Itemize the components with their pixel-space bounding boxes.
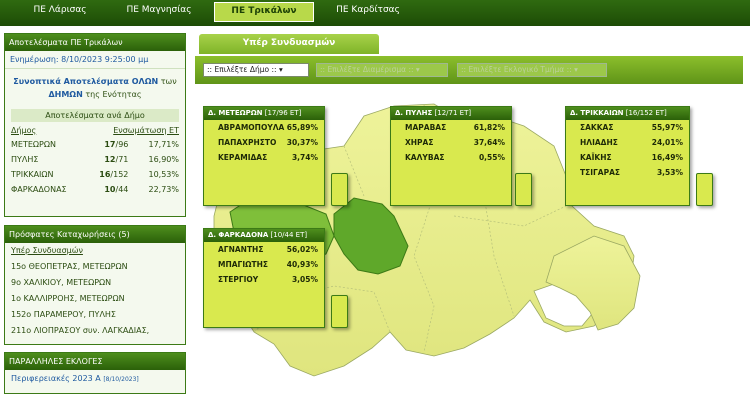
- by-municipality-title: Αποτελέσματα ανά Δήμο: [11, 109, 179, 122]
- top-navigation: ΠΕ Λάρισας ΠΕ Μαγνησίας ΠΕ Τρικάλων ΠΕ Κ…: [0, 0, 750, 26]
- table-row[interactable]: ΠΥΛΗΣ 12/71 16,90%: [5, 152, 185, 167]
- callout-header: Δ. ΠΥΛΗΣ [12/71 ΕΤ]: [391, 107, 511, 120]
- regional-elections-date: [8/10/2023]: [103, 376, 139, 383]
- tab-magnisia[interactable]: ΠΕ Μαγνησίας: [116, 2, 202, 22]
- summary-all-link[interactable]: Συνοπτικά Αποτελέσματα ΟΛΩΝ: [13, 77, 158, 86]
- integration-percent: 17,71%: [148, 140, 179, 149]
- district-select[interactable]: :: Επιλέξτε Διαμέρισμα :: ▾: [316, 63, 448, 77]
- callout-farkadona[interactable]: Δ. ΦΑΡΚΑΔΟΝΑ [10/44 ΕΤ] ΑΓΝΑΝΤΗΣ 56,02% Μ…: [203, 228, 325, 328]
- candidate-row: ΣΤΕΡΓΙΟΥ 3,05%: [218, 275, 318, 284]
- chevron-down-icon: ▾: [574, 65, 578, 74]
- integration-count: 17/96: [104, 140, 129, 149]
- polling-station-select[interactable]: :: Επιλέξτε Εκλογικό Τμήμα :: ▾: [457, 63, 607, 77]
- filter-bar: :: Επιλέξτε Δήμο :: ▾ :: Επιλέξτε Διαμέρ…: [194, 55, 744, 85]
- list-item[interactable]: 15ο ΘΕΟΠΕΤΡΑΣ, ΜΕΤΕΩΡΩΝ: [5, 259, 185, 275]
- municipality-name[interactable]: ΜΕΤΕΩΡΩΝ: [5, 137, 85, 152]
- candidate-row: ΗΛΙΑΔΗΣ 24,01%: [580, 138, 683, 147]
- candidate-row: ΑΓΝΑΝΤΗΣ 56,02%: [218, 245, 318, 254]
- column-header-integration[interactable]: Ενσωμάτωση ΕΤ: [85, 124, 185, 137]
- recent-entries-panel: Πρόσφατες Καταχωρήσεις (5) Υπέρ Συνδυασμ…: [4, 225, 186, 345]
- municipality-name[interactable]: ΠΥΛΗΣ: [5, 152, 85, 167]
- callout-header: Δ. ΦΑΡΚΑΔΟΝΑ [10/44 ΕΤ]: [204, 229, 324, 242]
- integration-percent: 22,73%: [148, 185, 179, 194]
- summary-text: Συνοπτικά Αποτελέσματα ΟΛΩΝ των ΔΗΜΩΝ τη…: [5, 69, 185, 105]
- candidate-row: ΤΣΙΓΑΡΑΣ 3,53%: [580, 168, 683, 177]
- integration-count: 16/152: [99, 170, 129, 179]
- integration-count: 10/44: [104, 185, 129, 194]
- table-row[interactable]: ΦΑΡΚΑΔΟΝΑΣ 10/44 22,73%: [5, 182, 185, 197]
- candidate-row: ΠΑΠΑΧΡΗΣΤΟ 30,37%: [218, 138, 318, 147]
- callout-meteora[interactable]: Δ. ΜΕΤΕΩΡΩΝ [17/96 ΕΤ] ΑΒΡΑΜΟΠΟΥΛΑ 65,89%…: [203, 106, 325, 206]
- results-panel: Αποτελέσματα ΠΕ Τρικάλων Ενημέρωση: 8/10…: [4, 33, 186, 217]
- chevron-down-icon: ▾: [278, 65, 283, 74]
- column-header-municipality[interactable]: Δήμος: [5, 124, 85, 137]
- list-item[interactable]: 9ο ΧΑΛΙΚΙΟΥ, ΜΕΤΕΩΡΩΝ: [5, 275, 185, 291]
- candidate-row: ΚΕΡΑΜΙΔΑΣ 3,74%: [218, 153, 318, 162]
- candidate-row: ΑΒΡΑΜΟΠΟΥΛΑ 65,89%: [218, 123, 318, 132]
- callout-trikkaion[interactable]: Δ. ΤΡΙΚΚΑΙΩΝ [16/152 ΕΤ] ΣΑΚΚΑΣ 55,97% ΗΛ…: [565, 106, 690, 206]
- callout-tab[interactable]: [331, 295, 348, 328]
- integration-percent: 10,53%: [148, 170, 179, 179]
- table-row[interactable]: ΜΕΤΕΩΡΩΝ 17/96 17,71%: [5, 137, 185, 152]
- parallel-elections-panel: ΠΑΡΑΛΛΗΛΕΣ ΕΚΛΟΓΕΣ Περιφερειακές 2023 Α …: [4, 352, 186, 394]
- callout-tab[interactable]: [696, 173, 713, 206]
- summary-municipalities-link[interactable]: ΔΗΜΩΝ: [48, 90, 82, 99]
- candidate-row: ΚΑΪΚΗΣ 16,49%: [580, 153, 683, 162]
- municipality-name[interactable]: ΦΑΡΚΑΔΟΝΑΣ: [5, 182, 85, 197]
- callout-header: Δ. ΤΡΙΚΚΑΙΩΝ [16/152 ΕΤ]: [566, 107, 689, 120]
- municipality-name[interactable]: ΤΡΙΚΚΑΙΩΝ: [5, 167, 85, 182]
- candidate-row: ΚΑΛΥΒΑΣ 0,55%: [405, 153, 505, 162]
- callout-pyli[interactable]: Δ. ΠΥΛΗΣ [12/71 ΕΤ] ΜΑΡΑΒΑΣ 61,82% ΧΗΡΑΣ 3…: [390, 106, 512, 206]
- integration-count: 12/71: [104, 155, 129, 164]
- integration-percent: 16,90%: [148, 155, 179, 164]
- list-item[interactable]: 152ο ΠΑΡΑΜΕΡΟΥ, ΠΥΛΗΣ: [5, 307, 185, 323]
- summary-text-part: της Ενότητας: [85, 90, 142, 99]
- parallel-elections-header: ΠΑΡΑΛΛΗΛΕΣ ΕΚΛΟΓΕΣ: [5, 353, 185, 370]
- municipality-select[interactable]: :: Επιλέξτε Δήμο :: ▾: [203, 63, 309, 77]
- candidate-row: ΜΑΡΑΒΑΣ 61,82%: [405, 123, 505, 132]
- recent-entries-header: Πρόσφατες Καταχωρήσεις (5): [5, 226, 185, 243]
- list-item[interactable]: 211ο ΛΙΟΠΡΑΣΟΥ συν. ΛΑΓΚΑΔΙΑΣ,: [5, 323, 185, 339]
- regional-elections-link[interactable]: Περιφερειακές 2023 Α [8/10/2023]: [5, 370, 185, 387]
- summary-text-part: των: [160, 77, 177, 86]
- candidate-row: ΧΗΡΑΣ 37,64%: [405, 138, 505, 147]
- candidate-row: ΜΠΑΓΙΩΤΗΣ 40,93%: [218, 260, 318, 269]
- candidate-row: ΣΑΚΚΑΣ 55,97%: [580, 123, 683, 132]
- callout-tab[interactable]: [331, 173, 348, 206]
- municipality-results-table: Δήμος Ενσωμάτωση ΕΤ ΜΕΤΕΩΡΩΝ 17/96 17,71…: [5, 124, 185, 197]
- tab-larisa[interactable]: ΠΕ Λάρισας: [24, 2, 96, 22]
- callout-tab[interactable]: [515, 173, 532, 206]
- recent-entries-category[interactable]: Υπέρ Συνδυασμών: [5, 243, 185, 259]
- callout-header: Δ. ΜΕΤΕΩΡΩΝ [17/96 ΕΤ]: [204, 107, 324, 120]
- tab-party-votes[interactable]: Υπέρ Συνδυασμών: [198, 33, 380, 55]
- last-update-link[interactable]: Ενημέρωση: 8/10/2023 9:25:00 μμ: [5, 51, 185, 69]
- tab-karditsa[interactable]: ΠΕ Καρδίτσας: [328, 2, 408, 22]
- chevron-down-icon: ▾: [415, 65, 420, 74]
- table-row[interactable]: ΤΡΙΚΚΑΙΩΝ 16/152 10,53%: [5, 167, 185, 182]
- tab-trikala[interactable]: ΠΕ Τρικάλων: [214, 2, 314, 22]
- results-panel-header: Αποτελέσματα ΠΕ Τρικάλων: [5, 34, 185, 51]
- list-item[interactable]: 1ο ΚΑΛΛΙΡΡΟΗΣ, ΜΕΤΕΩΡΩΝ: [5, 291, 185, 307]
